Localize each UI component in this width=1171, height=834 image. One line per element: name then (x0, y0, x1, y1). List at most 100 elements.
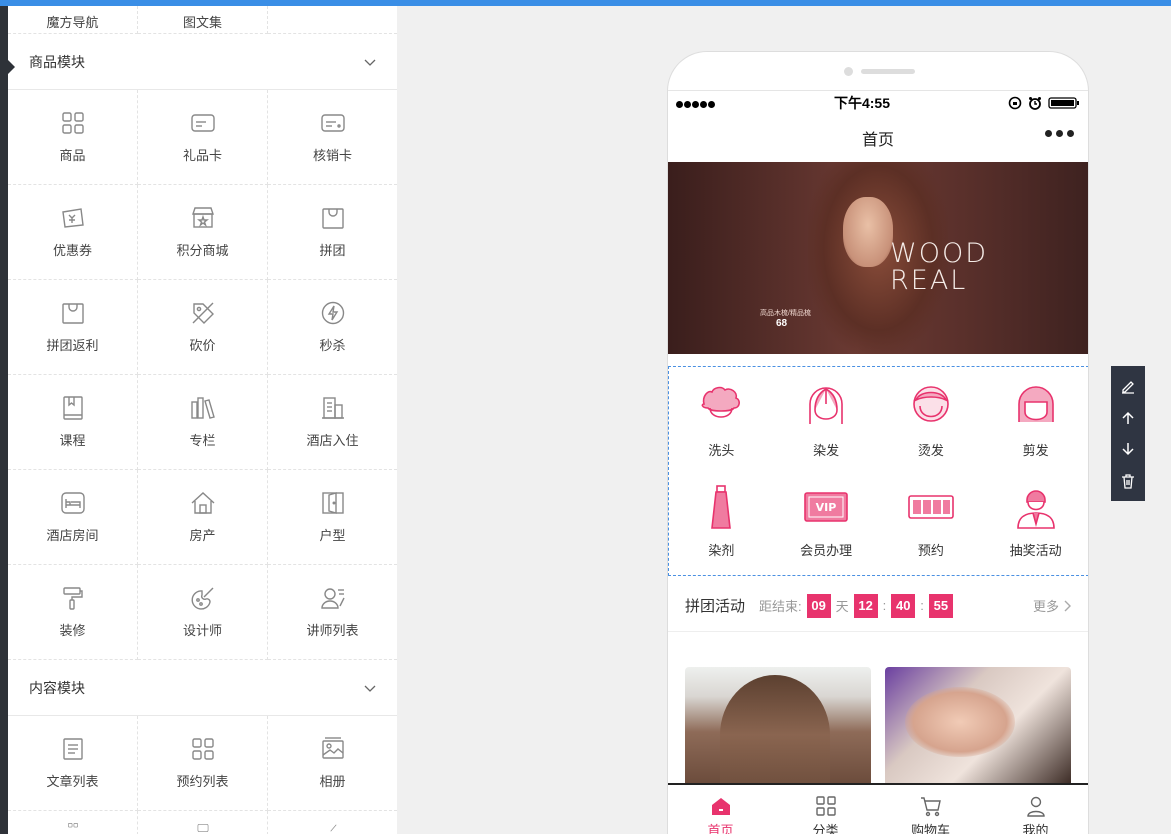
service-wash-hair[interactable]: 洗头 (669, 371, 774, 471)
tab-cart[interactable]: 购物车 (878, 785, 983, 834)
service-label: 染发 (813, 442, 840, 458)
edit-icon[interactable] (1120, 378, 1136, 394)
service-label: 抽奖活动 (1009, 542, 1062, 558)
component-course[interactable]: 课程 (8, 375, 138, 470)
card-icon (190, 114, 215, 132)
component-label: 魔方导航 (46, 15, 99, 30)
component-toolbar (1111, 366, 1145, 501)
component-flash-sale[interactable]: 秒杀 (268, 280, 397, 375)
teacher-icon (320, 588, 345, 609)
store-icon (191, 207, 214, 228)
card-icon (197, 823, 208, 833)
door-icon (321, 492, 344, 514)
more-dots-icon[interactable] (1045, 130, 1074, 137)
partial-grid-top: 魔方导航 图文集 (8, 6, 397, 34)
service-lottery[interactable]: 抽奖活动 (983, 471, 1088, 571)
tab-label: 首页 (707, 823, 734, 834)
component-label: 专栏 (189, 433, 216, 448)
component-bargain[interactable]: 砍价 (138, 280, 268, 375)
status-bar: 下午4:55 (668, 90, 1088, 114)
service-icon-nav[interactable]: 洗头 染发 烫发 剪发 染剂 VIP 会员办理 预约 抽奖活动 (668, 366, 1088, 576)
service-dye-tube[interactable]: 染剂 (669, 471, 774, 571)
camera-dot (844, 67, 853, 76)
component-label: 图文集 (182, 15, 222, 30)
component-coupon[interactable]: 优惠券 (8, 185, 138, 280)
component-magic-nav[interactable]: 魔方导航 (8, 6, 138, 34)
dye-tube-icon (711, 484, 732, 529)
component-booking-list[interactable]: 预约列表 (138, 716, 268, 811)
product-photo-hair (720, 675, 830, 785)
component-partial[interactable] (268, 811, 397, 834)
cart-icon (920, 797, 941, 817)
component-label: 相册 (319, 774, 346, 789)
component-hotel-room[interactable]: 酒店房间 (8, 470, 138, 565)
arrow-up-icon[interactable] (1120, 410, 1136, 426)
component-verify-card[interactable]: 核销卡 (268, 90, 397, 185)
building-icon (321, 397, 344, 419)
tab-label: 购物车 (910, 823, 950, 834)
service-cut-hair[interactable]: 剪发 (983, 371, 1088, 471)
status-time: 下午4:55 (833, 94, 891, 111)
component-designer[interactable]: 设计师 (138, 565, 268, 660)
bed-icon (60, 492, 85, 514)
component-lecturer-list[interactable]: 讲师列表 (268, 565, 397, 660)
component-label: 设计师 (182, 623, 222, 638)
component-group-buy[interactable]: 拼团 (268, 185, 397, 280)
component-empty (268, 6, 397, 34)
service-perm-hair[interactable]: 烫发 (879, 371, 984, 471)
component-label: 讲师列表 (306, 623, 359, 638)
component-floor-plan[interactable]: 户型 (268, 470, 397, 565)
component-renovation[interactable]: 装修 (8, 565, 138, 660)
person-icon (1016, 489, 1055, 529)
banner-image[interactable]: WOOD REAL 高品木梳/精品梳 68 (668, 162, 1088, 354)
chevron-down-icon (364, 59, 376, 66)
component-article-list[interactable]: 文章列表 (8, 716, 138, 811)
goods-grid: 商品 礼品卡 核销卡 优惠券 积分商城 拼团 (8, 90, 397, 280)
component-hotel-checkin[interactable]: 酒店入住 (268, 375, 397, 470)
product-card-image[interactable] (885, 667, 1071, 785)
service-label: 洗头 (708, 442, 735, 458)
dye-hair-icon (809, 386, 843, 424)
component-partial[interactable] (8, 811, 138, 834)
mini-program-navbar: 首页 (668, 114, 1088, 162)
component-column[interactable]: 专栏 (138, 375, 268, 470)
component-group-rebate[interactable]: 拼团返利 (8, 280, 138, 375)
coupon-icon (61, 208, 84, 228)
tab-label: 我的 (1022, 823, 1049, 834)
component-label: 秒杀 (319, 338, 346, 353)
tab-mine[interactable]: 我的 (983, 785, 1088, 834)
tab-bar: 首页 分类 购物车 我的 (668, 783, 1088, 834)
card-icon (320, 114, 345, 132)
svg-text:VIP: VIP (816, 501, 837, 514)
goods-grid-3: 酒店房间 房产 户型 装修 设计师 讲师列表 (8, 470, 397, 660)
clock-display-icon (908, 494, 954, 519)
component-partial[interactable] (138, 811, 268, 834)
component-goods[interactable]: 商品 (8, 90, 138, 185)
component-image-text[interactable]: 图文集 (138, 6, 268, 34)
component-label: 文章列表 (46, 774, 99, 789)
house-icon (191, 492, 214, 514)
service-vip[interactable]: VIP 会员办理 (774, 471, 879, 571)
service-dye-hair[interactable]: 染发 (774, 371, 879, 471)
component-label: 房产 (189, 528, 216, 543)
component-gift-card[interactable]: 礼品卡 (138, 90, 268, 185)
arrow-down-icon[interactable] (1120, 441, 1136, 457)
trash-icon[interactable] (1120, 473, 1136, 489)
tab-home[interactable]: 首页 (668, 785, 773, 834)
component-real-estate[interactable]: 房产 (138, 470, 268, 565)
goods-section-header[interactable]: 商品模块 (8, 34, 397, 90)
component-points-mall[interactable]: 积分商城 (138, 185, 268, 280)
more-link[interactable]: 更多 (1033, 596, 1071, 615)
service-label: 染剂 (708, 542, 735, 558)
service-booking[interactable]: 预约 (879, 471, 984, 571)
component-album[interactable]: 相册 (268, 716, 397, 811)
countdown-days: 09 (806, 593, 831, 618)
roller-icon (62, 587, 83, 610)
product-card-image[interactable] (685, 667, 871, 785)
section-title: 内容模块 (29, 679, 85, 696)
component-label: 课程 (59, 433, 86, 448)
tab-category[interactable]: 分类 (773, 785, 878, 834)
flash-icon (321, 301, 344, 325)
component-label: 拼团返利 (46, 338, 99, 353)
content-section-header[interactable]: 内容模块 (8, 660, 397, 716)
